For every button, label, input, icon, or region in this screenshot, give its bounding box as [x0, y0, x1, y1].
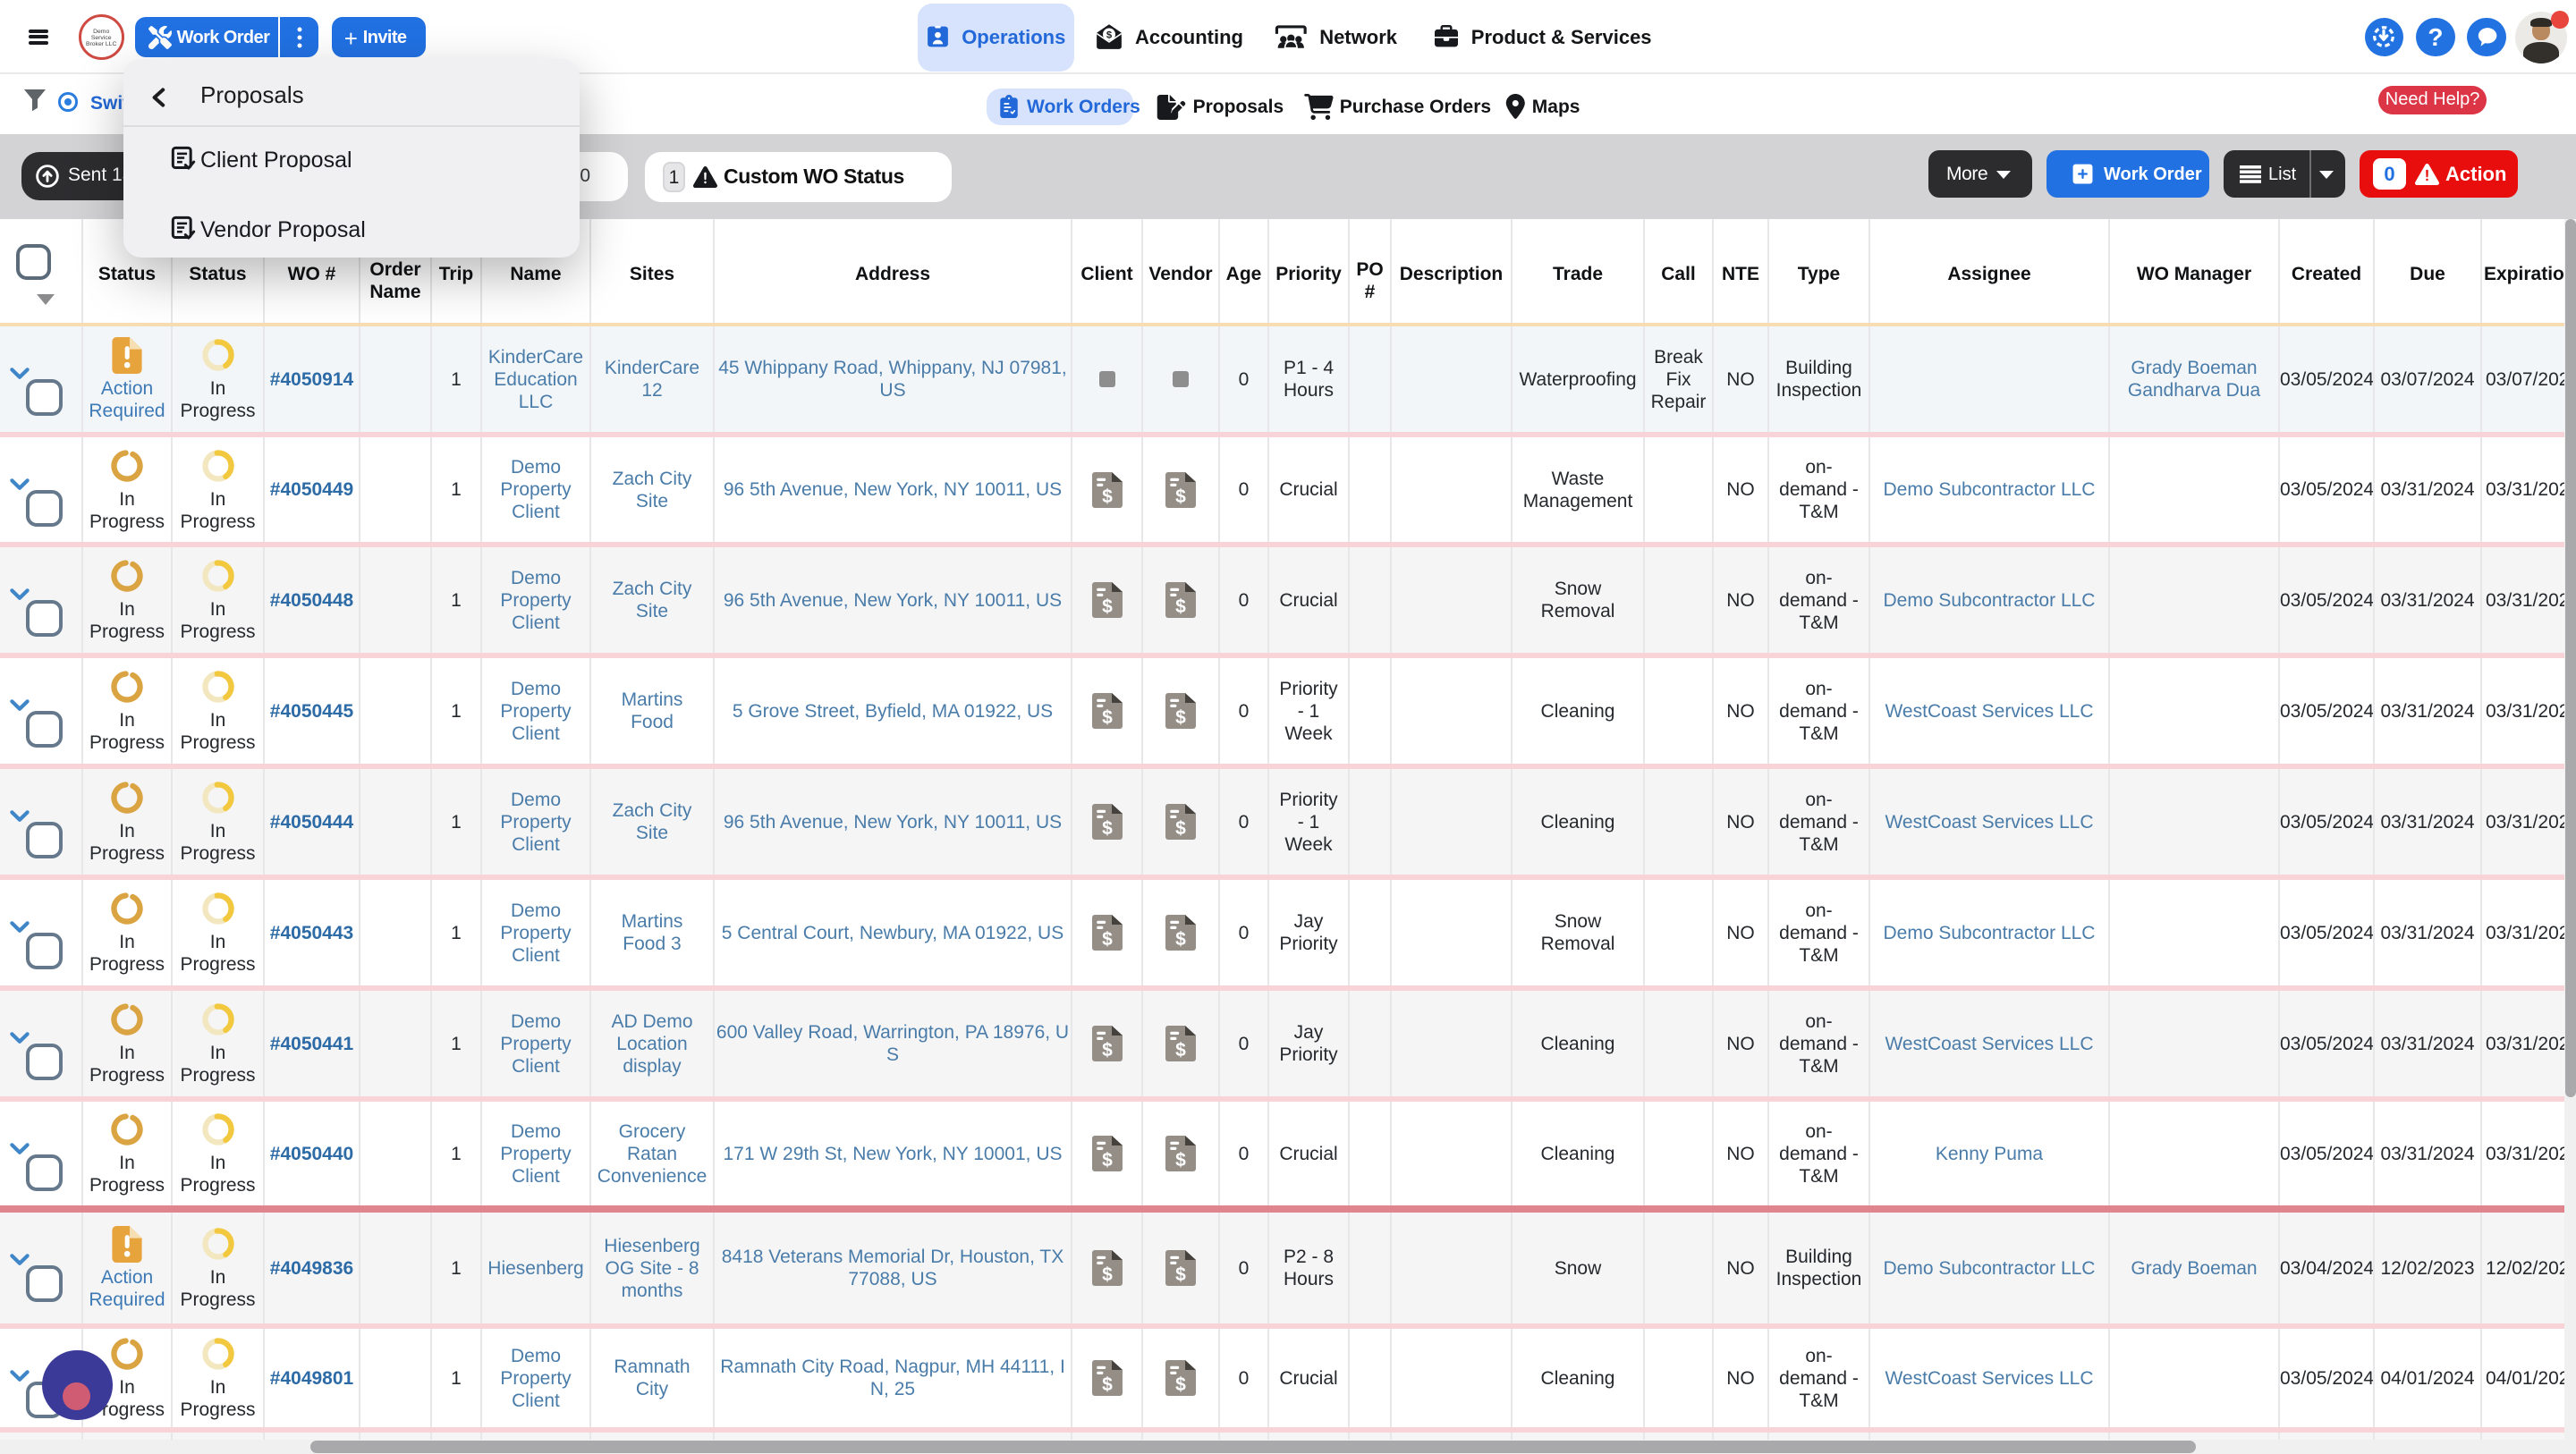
svg-text:$: $: [1175, 1150, 1186, 1171]
svg-text:$: $: [1102, 486, 1113, 507]
svg-text:$: $: [1106, 30, 1113, 41]
svg-text:$: $: [1102, 707, 1113, 728]
svg-text:$: $: [1175, 929, 1186, 950]
svg-text:$: $: [1102, 596, 1113, 617]
svg-text:$: $: [1175, 707, 1186, 728]
svg-text:$: $: [1102, 1264, 1113, 1285]
svg-text:$: $: [1102, 1374, 1113, 1395]
svg-text:$: $: [1102, 929, 1113, 950]
svg-text:$: $: [1175, 596, 1186, 617]
svg-text:$: $: [1175, 1374, 1186, 1395]
svg-text:$: $: [1102, 818, 1113, 839]
svg-text:$: $: [1175, 1264, 1186, 1285]
svg-text:$: $: [1102, 1150, 1113, 1171]
svg-text:$: $: [1175, 1040, 1186, 1061]
svg-text:$: $: [1102, 1040, 1113, 1061]
svg-text:$: $: [1175, 486, 1186, 507]
svg-text:$: $: [1175, 818, 1186, 839]
